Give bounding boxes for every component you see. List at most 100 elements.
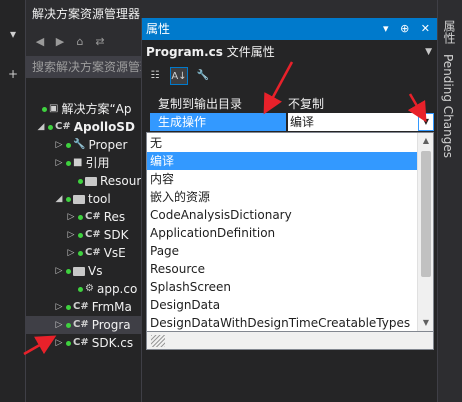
tree-item-cs[interactable]: ▷ C# Progra: [26, 316, 142, 334]
scroll-up-icon[interactable]: ▲: [418, 133, 433, 149]
dropdown-option[interactable]: 编译: [147, 152, 417, 170]
prop-value[interactable]: 不复制: [288, 95, 434, 113]
tree-item-solution[interactable]: ▣ 解决方案“Ap: [26, 100, 142, 118]
tree-item-folder[interactable]: ▷ Vs: [26, 262, 142, 280]
pin-icon[interactable]: +: [4, 66, 22, 82]
expand-toggle-icon[interactable]: ◢: [54, 190, 64, 208]
expand-toggle-icon[interactable]: ▷: [54, 262, 64, 280]
tab-pending-changes[interactable]: Pending Changes: [441, 54, 455, 158]
dropdown-scrollbar[interactable]: ▲ ▼: [417, 133, 433, 331]
properties-toolbar: ☷ A↓ 🔧: [142, 65, 438, 87]
scroll-down-icon[interactable]: ▼: [418, 315, 433, 331]
tree-item-label: VsE: [103, 246, 126, 260]
tree-item-label: Res: [103, 210, 126, 224]
dropdown-option[interactable]: SplashScreen: [147, 278, 417, 296]
dropdown-option[interactable]: ApplicationDefinition: [147, 224, 417, 242]
csharp-file-icon: C#: [73, 337, 89, 348]
csharp-file-icon: C#: [85, 229, 101, 240]
properties-tab[interactable]: 属性 ▾ ⊕ ✕: [142, 18, 438, 40]
forward-icon[interactable]: ▶: [52, 34, 68, 50]
source-control-dot-icon: [78, 232, 83, 238]
tree-item-references[interactable]: ▷ ■ 引用: [26, 154, 142, 172]
dropdown-option[interactable]: Page: [147, 242, 417, 260]
tree-item-folder[interactable]: ◢ tool: [26, 190, 142, 208]
prop-name: 复制到输出目录: [158, 97, 243, 111]
back-icon[interactable]: ◀: [32, 34, 48, 50]
source-control-dot-icon: [66, 304, 71, 310]
source-control-dot-icon: [48, 124, 53, 130]
expand-toggle-icon[interactable]: ▷: [66, 244, 76, 262]
tab-properties-vertical[interactable]: 属性: [441, 20, 458, 44]
object-type: 文件属性: [226, 45, 275, 59]
expand-toggle-icon[interactable]: ▷: [54, 334, 64, 352]
tree-item-label: Resour: [100, 174, 142, 188]
resize-grip-icon[interactable]: [151, 335, 165, 347]
csharp-file-icon: C#: [73, 319, 89, 330]
source-control-dot-icon: [42, 106, 47, 112]
categorized-icon[interactable]: ☷: [146, 67, 164, 85]
home-icon[interactable]: ⌂: [72, 34, 88, 50]
folder-icon: [73, 266, 85, 276]
expand-toggle-icon[interactable]: ▷: [54, 316, 64, 334]
dropdown-icon[interactable]: ▾: [4, 26, 22, 42]
source-control-dot-icon: [78, 178, 83, 184]
solution-explorer-search-input[interactable]: 搜索解决方案资源管理: [26, 56, 142, 78]
expand-toggle-icon[interactable]: ▷: [54, 154, 64, 172]
tree-item-properties[interactable]: ▷ 🔧 Proper: [26, 136, 142, 154]
expand-toggle-icon[interactable]: ◢: [36, 118, 46, 136]
tree-item-project[interactable]: ◢ C# ApolloSD: [26, 118, 142, 136]
dropdown-option[interactable]: 内容: [147, 170, 417, 188]
build-action-combobox[interactable]: 编译: [288, 113, 434, 131]
prop-row-build-action[interactable]: 生成操作 编译 ▼: [146, 113, 434, 131]
dropdown-option[interactable]: 嵌入的资源: [147, 188, 417, 206]
window-controls-icon[interactable]: ▾ ⊕ ✕: [383, 18, 434, 40]
tree-item-cs[interactable]: ▷ C# VsE: [26, 244, 142, 262]
tree-item-config[interactable]: ⚙ app.co: [26, 280, 142, 298]
properties-object-header[interactable]: Program.cs 文件属性 ▼: [142, 40, 438, 64]
scrollbar-thumb[interactable]: [421, 151, 431, 277]
dropdown-option[interactable]: CodeAnalysisDictionary: [147, 206, 417, 224]
expand-toggle-icon[interactable]: ▷: [66, 226, 76, 244]
source-control-dot-icon: [78, 250, 83, 256]
expand-toggle-icon[interactable]: ▷: [66, 208, 76, 226]
dropdown-option[interactable]: DesignDataWithDesignTimeCreatableTypes: [147, 314, 417, 331]
tree-item-folder[interactable]: Resour: [26, 172, 142, 190]
tree-item-cs[interactable]: ▷ C# SDK: [26, 226, 142, 244]
property-pages-icon[interactable]: 🔧: [194, 67, 212, 85]
combo-dropdown-arrow-icon[interactable]: ▼: [418, 113, 434, 131]
solution-icon: ▣: [49, 103, 59, 114]
expand-toggle-icon[interactable]: ▷: [54, 298, 64, 316]
tree-item-label: 解决方案“Ap: [61, 102, 132, 116]
left-gutter: ▾ +: [0, 0, 26, 402]
sync-icon[interactable]: ⇄: [92, 34, 108, 50]
config-file-icon: ⚙: [85, 283, 94, 294]
source-control-dot-icon: [66, 340, 71, 346]
csharp-file-icon: C#: [85, 211, 101, 222]
tree-item-cs[interactable]: ▷ C# Res: [26, 208, 142, 226]
tree-item-cs[interactable]: ▷ C# SDK.cs: [26, 334, 142, 352]
tree-item-label: 引用: [85, 156, 110, 170]
object-name: Program.cs: [146, 45, 223, 59]
tree-item-label: tool: [88, 192, 111, 206]
dropdown-option[interactable]: Resource: [147, 260, 417, 278]
tree-item-label: app.co: [96, 282, 138, 296]
csharp-file-icon: C#: [55, 121, 71, 132]
prop-row-copy-to-output[interactable]: 复制到输出目录 不复制: [146, 95, 434, 113]
solution-explorer-panel: 解决方案资源管理器 ◀ ▶ ⌂ ⇄ 搜索解决方案资源管理 ▣ 解决方案“Ap ◢ C#…: [26, 0, 142, 402]
properties-tab-title: 属性: [146, 22, 171, 36]
source-control-dot-icon: [66, 160, 71, 166]
dropdown-option[interactable]: DesignData: [147, 296, 417, 314]
expand-toggle-icon[interactable]: ▷: [54, 136, 64, 154]
tree-item-label: SDK: [103, 228, 129, 242]
alphabetical-icon[interactable]: A↓: [170, 67, 188, 85]
references-icon: ■: [73, 157, 83, 168]
tree-item-label: Progra: [91, 318, 131, 332]
tree-item-cs[interactable]: ▷ C# FrmMa: [26, 298, 142, 316]
build-action-dropdown-list: 无编译 内容 嵌入的资源 CodeAnalysisDictionary Applicat…: [146, 132, 434, 332]
chevron-down-icon[interactable]: ▼: [425, 40, 432, 64]
dropdown-option[interactable]: 无: [147, 134, 417, 152]
tree-item-label: Proper: [88, 138, 128, 152]
prop-name: 生成操作: [150, 113, 286, 131]
tree-item-label: Vs: [88, 264, 103, 278]
dropdown-resize-grip[interactable]: [146, 332, 434, 350]
